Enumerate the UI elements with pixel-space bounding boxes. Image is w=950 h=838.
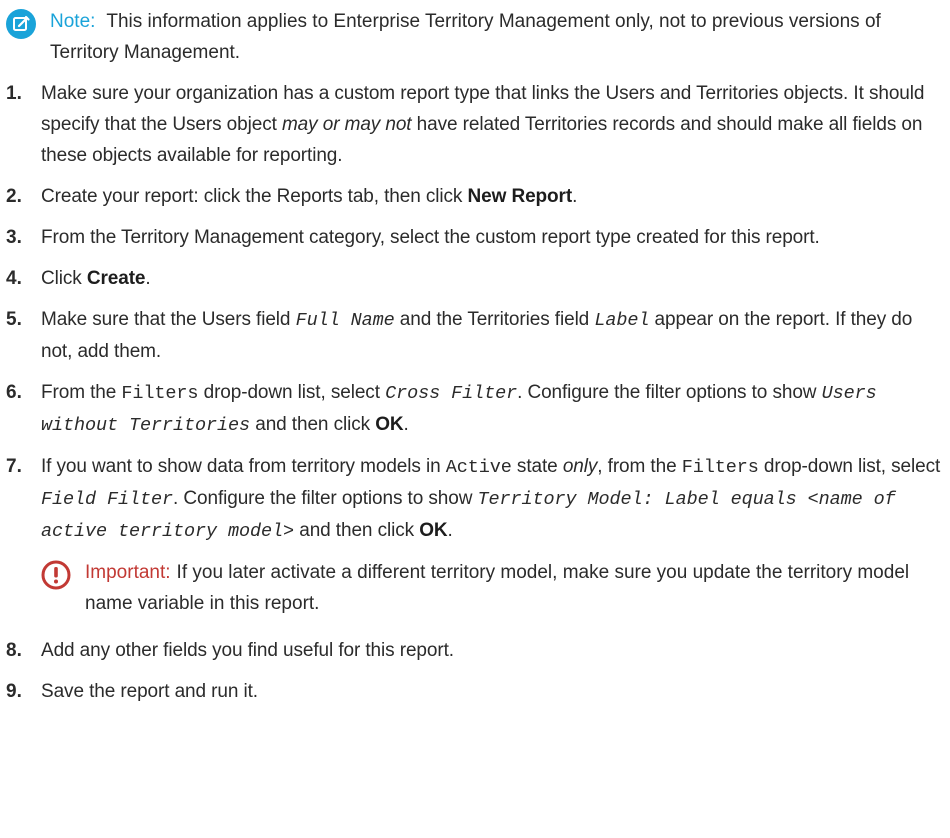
step-text: From the Filters drop-down list, select … [41, 377, 944, 441]
code-term-italic: Full Name [295, 310, 395, 331]
important-text: If you later activate a different territ… [85, 562, 910, 614]
step-9: 9. Save the report and run it. [6, 676, 944, 707]
step-number: 9. [6, 681, 22, 702]
step-number: 4. [6, 268, 22, 289]
step-text: Make sure your organization has a custom… [41, 78, 944, 171]
step-text-run: . [572, 186, 578, 207]
ui-label-bold: Create [86, 268, 146, 289]
step-number: 5. [6, 309, 22, 330]
step-text-run: . [447, 520, 453, 541]
code-term-italic: Label [594, 310, 650, 331]
note-callout: Note: This information applies to Enterp… [6, 6, 944, 68]
code-term-italic: Cross Filter [385, 383, 518, 404]
step-text: Make sure that the Users field Full Name… [41, 304, 944, 367]
emphasis-text: may or may not [281, 114, 412, 135]
step-text-run: drop-down list, select [198, 382, 386, 403]
step-text-run: . [403, 414, 409, 435]
step-6: 6. From the Filters drop-down list, selec… [6, 377, 944, 441]
step-text: Add any other fields you find useful for… [41, 635, 944, 666]
document-page: Note: This information applies to Enterp… [0, 0, 950, 838]
emphasis-text: only [562, 456, 598, 477]
step-text-run: . Configure the filter options to show [173, 488, 478, 509]
step-number: 2. [6, 186, 22, 207]
step-number: 7. [6, 456, 22, 477]
step-7: 7. If you want to show data from territor… [6, 451, 944, 547]
step-text-run: state [511, 456, 563, 477]
step-5: 5. Make sure that the Users field Full Na… [6, 304, 944, 367]
note-text: This information applies to Enterprise T… [50, 11, 881, 63]
ui-label-bold: OK [419, 520, 448, 541]
step-text-run: and then click [250, 414, 376, 435]
important-callout: Important: If you later activate a differ… [41, 557, 944, 619]
step-text-run: From the [41, 382, 122, 403]
step-text: Save the report and run it. [41, 676, 944, 707]
step-text-run: and the Territories field [394, 309, 595, 330]
step-number: 3. [6, 227, 22, 248]
step-3: 3. From the Territory Management category… [6, 222, 944, 253]
step-text-run: Add any other fields you find useful for… [41, 640, 454, 661]
step-text-run: Save the report and run it. [41, 681, 258, 702]
step-text-run: . [145, 268, 151, 289]
step-text: Create your report: click the Reports ta… [41, 181, 944, 212]
important-callout-wrap: Important: If you later activate a differ… [41, 557, 944, 619]
exclamation-circle-icon [41, 560, 71, 590]
step-text: If you want to show data from territory … [41, 451, 944, 547]
code-term: Filters [121, 383, 199, 404]
step-text-run: Click [41, 268, 87, 289]
step-number: 6. [6, 382, 22, 403]
code-term-italic: Field Filter [41, 489, 174, 510]
step-1: 1. Make sure your organization has a cust… [6, 78, 944, 171]
code-term: Active [445, 457, 512, 478]
edit-note-icon [6, 9, 36, 39]
step-number: 1. [6, 83, 22, 104]
steps-list: 1. Make sure your organization has a cust… [6, 78, 944, 707]
note-text-block: Note: This information applies to Enterp… [50, 6, 944, 68]
step-text-run: Make sure that the Users field [41, 309, 296, 330]
code-term: Filters [681, 457, 759, 478]
step-text-run: From the Territory Management category, … [41, 227, 820, 248]
step-text-run: and then click [294, 520, 420, 541]
note-label: Note: [50, 11, 96, 32]
step-text-run: , from the [597, 456, 682, 477]
step-2: 2. Create your report: click the Reports … [6, 181, 944, 212]
step-text-run: If you want to show data from territory … [41, 456, 446, 477]
important-text-block: Important: If you later activate a differ… [85, 557, 944, 619]
step-4: 4. Click Create. [6, 263, 944, 294]
important-label: Important: [85, 562, 171, 583]
ui-label-bold: New Report [467, 186, 573, 207]
ui-label-bold: OK [375, 414, 404, 435]
step-text-run: Create your report: click the Reports ta… [41, 186, 468, 207]
step-text: From the Territory Management category, … [41, 222, 944, 253]
step-text-run: drop-down list, select [758, 456, 941, 477]
step-8: 8. Add any other fields you find useful f… [6, 635, 944, 666]
step-number: 8. [6, 640, 22, 661]
step-text-run: . Configure the filter options to show [517, 382, 822, 403]
step-text: Click Create. [41, 263, 944, 294]
